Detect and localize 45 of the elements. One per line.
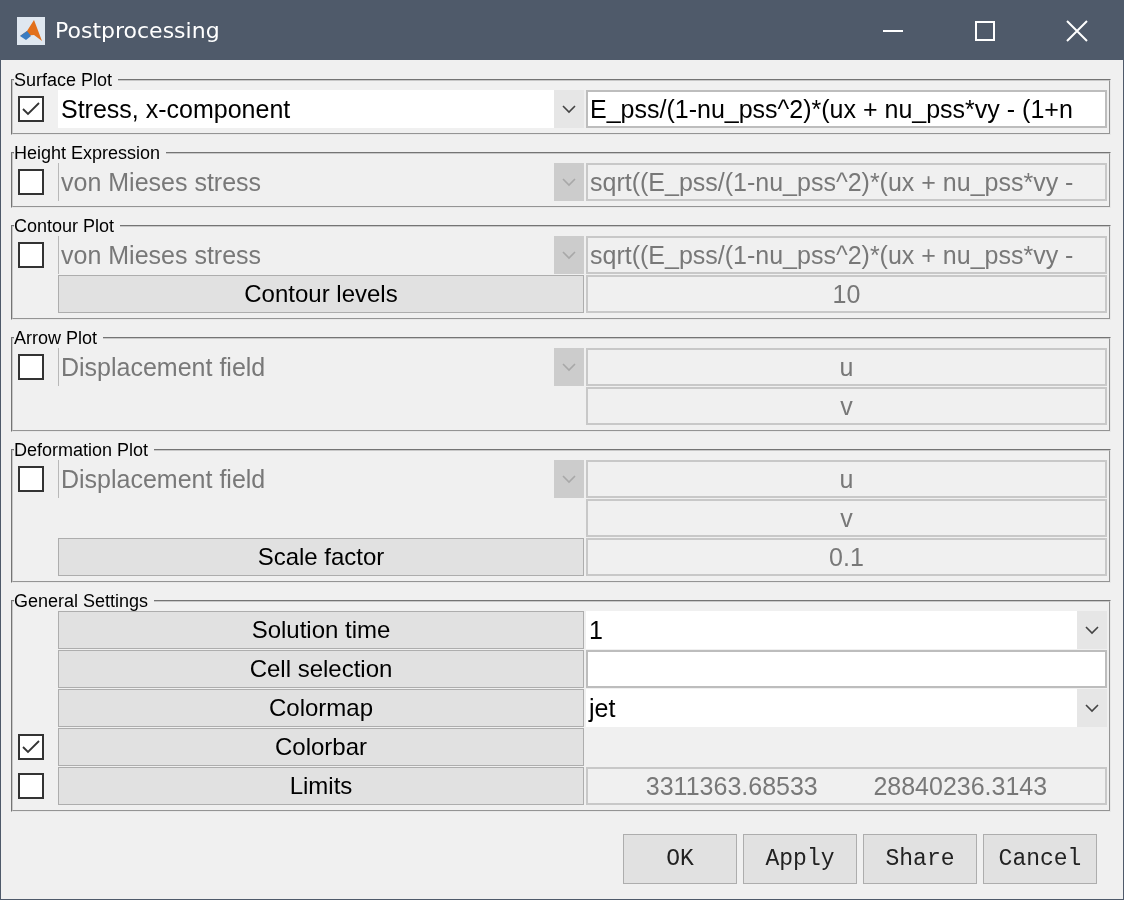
checkbox[interactable]	[18, 169, 44, 195]
limit-value: 28840236.3143	[873, 771, 1048, 802]
check-icon	[22, 102, 40, 116]
dropdown[interactable]: Stress, x-component	[58, 90, 584, 128]
dropdown[interactable]: 1	[586, 611, 1107, 649]
group-title: General Settings	[14, 591, 150, 611]
limit-value: 3311363.68533	[645, 771, 818, 802]
expression-field[interactable]: E_pss/(1-nu_pss^2)*(ux + nu_pss*vy - (1+n	[586, 90, 1107, 128]
dropdown[interactable]: jet	[586, 689, 1107, 727]
chevron-down-icon	[561, 362, 577, 372]
chevron-down-icon	[561, 104, 577, 114]
group-title: Arrow Plot	[14, 328, 99, 348]
checkbox[interactable]	[18, 96, 44, 122]
label-button[interactable]: Contour levels	[58, 275, 584, 313]
checkbox[interactable]	[18, 734, 44, 760]
chevron-down-icon	[1084, 703, 1100, 713]
label-button[interactable]: Limits	[58, 767, 584, 805]
expression-field[interactable]	[586, 650, 1107, 688]
chevron-down-icon	[1084, 625, 1100, 635]
label-button[interactable]: Colorbar	[58, 728, 584, 766]
label-button[interactable]: Scale factor	[58, 538, 584, 576]
checkbox[interactable]	[18, 354, 44, 380]
group-title: Contour Plot	[14, 216, 116, 236]
chevron-down-icon	[561, 474, 577, 484]
app-logo-icon	[17, 16, 45, 45]
group-title: Height Expression	[14, 143, 162, 163]
checkbox[interactable]	[18, 773, 44, 799]
dialog-button[interactable]: Share	[863, 834, 977, 884]
group-title: Deformation Plot	[14, 440, 150, 460]
chevron-down-icon	[561, 250, 577, 260]
checkbox[interactable]	[18, 242, 44, 268]
dialog-button[interactable]: Apply	[743, 834, 857, 884]
label-button[interactable]: Solution time	[58, 611, 584, 649]
close-icon[interactable]	[1066, 19, 1088, 42]
dialog-button[interactable]: Cancel	[983, 834, 1097, 884]
checkbox[interactable]	[18, 466, 44, 492]
label-button[interactable]: Cell selection	[58, 650, 584, 688]
minimize-icon[interactable]	[883, 29, 903, 32]
check-icon	[22, 740, 40, 754]
chevron-down-icon	[561, 177, 577, 187]
dialog-button[interactable]: OK	[623, 834, 737, 884]
window-title: Postprocessing	[55, 18, 221, 43]
group-title: Surface Plot	[14, 70, 114, 90]
maximize-icon[interactable]	[975, 20, 995, 41]
label-button[interactable]: Colormap	[58, 689, 584, 727]
